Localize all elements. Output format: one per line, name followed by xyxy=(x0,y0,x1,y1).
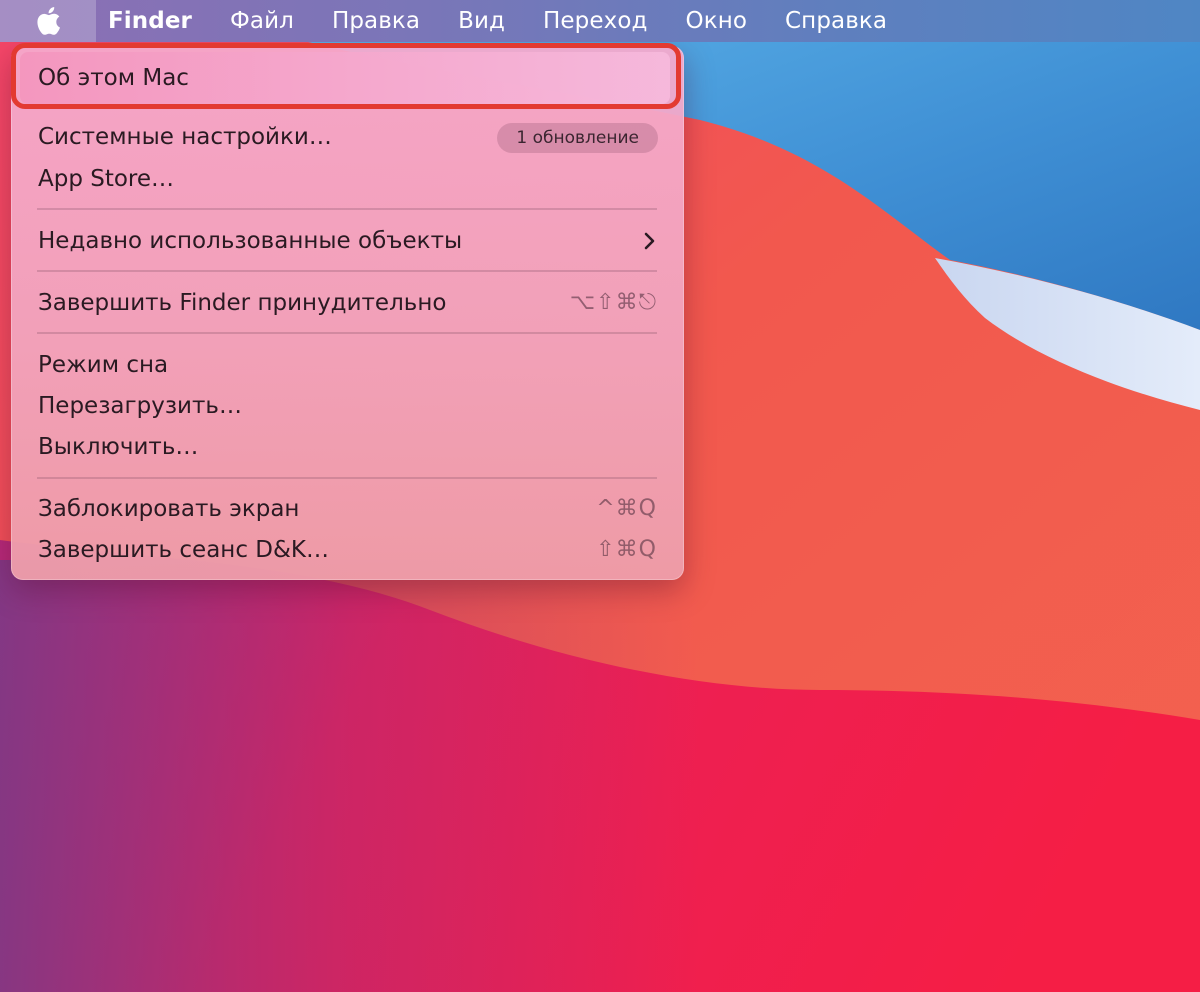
menu-item-label: Завершить сеанс D&K… xyxy=(38,537,330,563)
menu-item-label: Завершить Finder принудительно xyxy=(38,290,447,316)
menu-window[interactable]: Окно xyxy=(667,0,767,42)
apple-menu-button[interactable] xyxy=(0,0,96,42)
menu-item-recent-items[interactable]: Недавно использованные объекты xyxy=(11,221,684,261)
menu-separator xyxy=(37,477,657,479)
menu-item-label: Перезагрузить… xyxy=(38,393,242,419)
menu-separator xyxy=(37,270,657,272)
menu-item-about-this-mac[interactable]: Об этом Mac xyxy=(20,52,670,104)
menu-item-restart[interactable]: Перезагрузить… xyxy=(11,386,684,426)
menu-item-label: Об этом Mac xyxy=(38,65,189,91)
update-badge: 1 обновление xyxy=(497,123,658,153)
menu-item-label: Выключить… xyxy=(38,434,199,460)
menu-item-label: App Store… xyxy=(38,166,175,192)
keyboard-shortcut: ^⌘Q xyxy=(596,496,657,521)
menu-item-app-store[interactable]: App Store… xyxy=(11,159,684,199)
apple-logo-icon xyxy=(37,7,60,35)
desktop: Finder Файл Правка Вид Переход Окно Спра… xyxy=(0,0,1200,992)
menu-item-lock-screen[interactable]: Заблокировать экран ^⌘Q xyxy=(11,489,684,529)
menu-item-force-quit[interactable]: Завершить Finder принудительно ⌥⇧⌘⎋ xyxy=(11,283,684,323)
menu-item-label: Системные настройки… xyxy=(38,124,332,150)
menu-app-finder[interactable]: Finder xyxy=(96,0,211,42)
menu-help[interactable]: Справка xyxy=(766,0,906,42)
menu-item-label: Режим сна xyxy=(38,352,169,378)
keyboard-shortcut: ⇧⌘Q xyxy=(596,537,657,562)
apple-dropdown-menu: Об этом Mac Системные настройки… 1 обнов… xyxy=(11,46,684,580)
menu-separator xyxy=(37,332,657,334)
menu-item-system-preferences[interactable]: Системные настройки… 1 обновление xyxy=(11,117,684,157)
menu-item-label: Недавно использованные объекты xyxy=(38,228,463,254)
menu-separator xyxy=(37,208,657,210)
keyboard-shortcut: ⌥⇧⌘⎋ xyxy=(569,290,657,315)
menu-file[interactable]: Файл xyxy=(211,0,313,42)
menu-item-shut-down[interactable]: Выключить… xyxy=(11,427,684,467)
menu-item-label: Заблокировать экран xyxy=(38,496,300,522)
menu-item-log-out[interactable]: Завершить сеанс D&K… ⇧⌘Q xyxy=(11,530,684,570)
menu-bar: Finder Файл Правка Вид Переход Окно Спра… xyxy=(0,0,1200,42)
menu-view[interactable]: Вид xyxy=(439,0,524,42)
chevron-right-icon xyxy=(644,232,655,250)
menu-item-sleep[interactable]: Режим сна xyxy=(11,345,684,385)
menu-go[interactable]: Переход xyxy=(524,0,666,42)
menu-edit[interactable]: Правка xyxy=(313,0,439,42)
